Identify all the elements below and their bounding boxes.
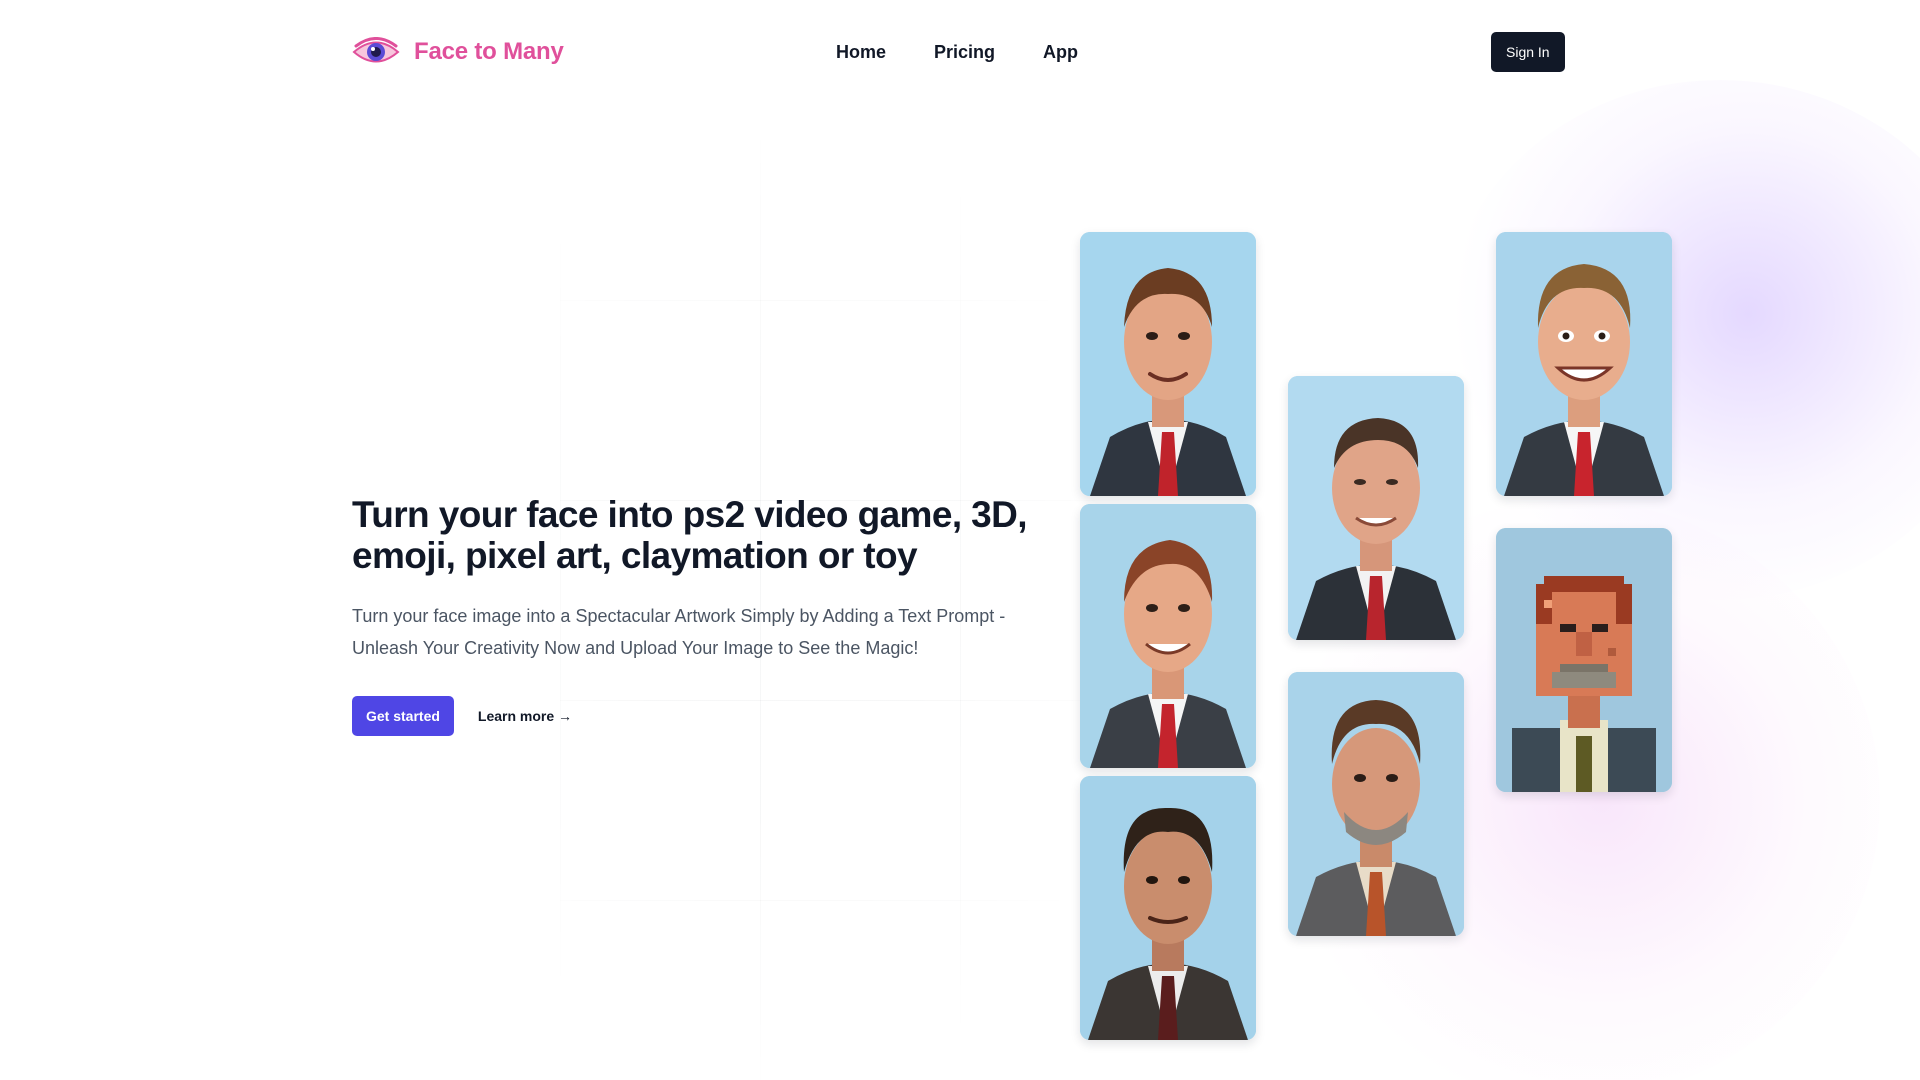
hero-title: Turn your face into ps2 video game, 3D, … bbox=[352, 494, 1028, 576]
gallery-image-photo bbox=[1288, 376, 1464, 640]
learn-more-link[interactable]: Learn more → bbox=[478, 708, 572, 724]
gallery-image-toy bbox=[1288, 672, 1464, 936]
gallery-image-emoji bbox=[1496, 232, 1672, 496]
brand-name: Face to Many bbox=[414, 38, 564, 65]
gallery-image-3d bbox=[1080, 232, 1256, 496]
hero-actions: Get started Learn more → bbox=[352, 696, 1032, 736]
gallery-image-clay bbox=[1080, 504, 1256, 768]
gallery-image-video-game bbox=[1080, 776, 1256, 1040]
sign-in-button[interactable]: Sign In bbox=[1491, 32, 1565, 72]
nav-pricing[interactable]: Pricing bbox=[934, 42, 995, 63]
main-nav: Home Pricing App bbox=[836, 28, 1078, 76]
site-header: Face to Many Home Pricing App Sign In bbox=[352, 28, 1568, 76]
get-started-button[interactable]: Get started bbox=[352, 696, 454, 736]
eye-icon bbox=[352, 28, 400, 76]
brand-logo[interactable]: Face to Many bbox=[352, 28, 564, 76]
nav-app[interactable]: App bbox=[1043, 42, 1078, 63]
gallery-image-pixel-art bbox=[1496, 528, 1672, 792]
hero-section: Turn your face into ps2 video game, 3D, … bbox=[352, 494, 1032, 736]
hero-subtitle: Turn your face image into a Spectacular … bbox=[352, 606, 1006, 658]
nav-home[interactable]: Home bbox=[836, 42, 886, 63]
